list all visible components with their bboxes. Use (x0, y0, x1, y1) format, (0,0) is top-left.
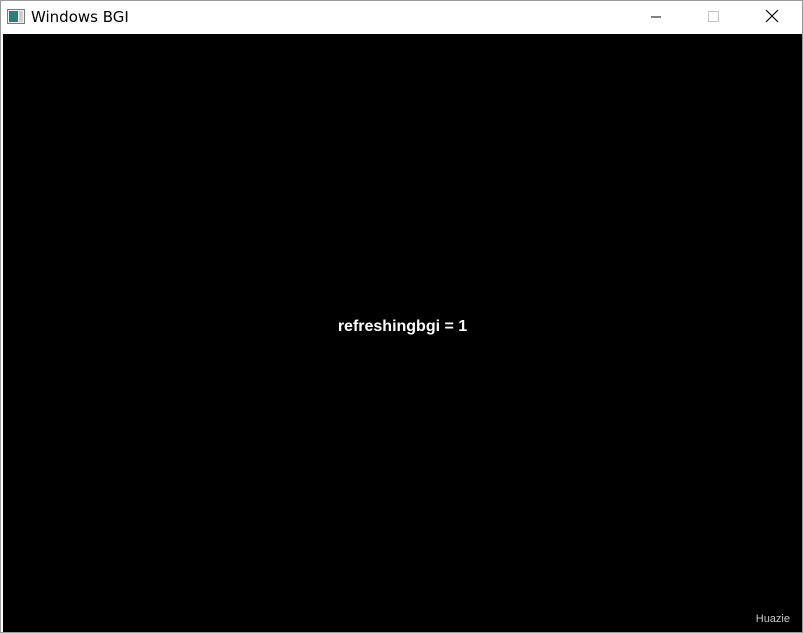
minimize-icon (650, 8, 662, 27)
maximize-button[interactable] (691, 1, 737, 33)
watermark-text: Huazie (755, 613, 790, 625)
window-title: Windows BGI (31, 8, 129, 26)
title-bar[interactable]: Windows BGI (1, 1, 802, 33)
window-app-icon[interactable] (7, 9, 25, 24)
app-window: Windows BGI refreshingbgi = 1 Huazie (0, 0, 803, 633)
bgi-canvas[interactable]: refreshingbgi = 1 Huazie (3, 34, 802, 632)
close-button[interactable] (749, 1, 795, 33)
status-message: refreshingbgi = 1 (337, 318, 468, 335)
minimize-button[interactable] (633, 1, 679, 33)
close-icon (765, 8, 779, 27)
maximize-icon (708, 8, 720, 27)
